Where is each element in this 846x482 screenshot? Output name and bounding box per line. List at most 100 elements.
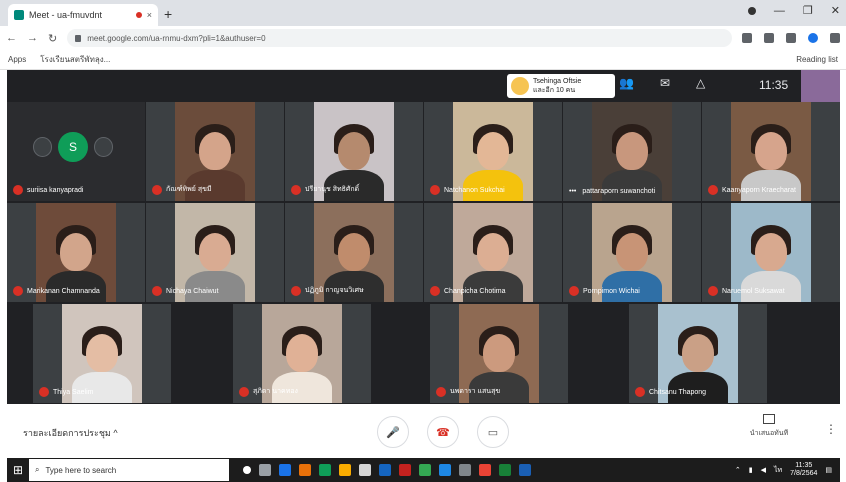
participant-tile[interactable]: สุภิดา นาคทอง	[233, 304, 371, 403]
participant-tile[interactable]: Ssuriisa kanyapradi	[7, 102, 145, 201]
tray-chevron-icon[interactable]: ⌃	[735, 466, 741, 474]
participants-icon[interactable]: 👥	[619, 76, 634, 90]
participant-name-label: กัณฑ์ทิพย์ สุขมี	[152, 184, 212, 195]
back-icon[interactable]: ←	[6, 32, 17, 44]
participant-tile[interactable]: Chitsanu Thapong	[629, 304, 767, 403]
reading-list[interactable]: Reading list	[796, 55, 838, 64]
mic-off-icon	[239, 386, 249, 397]
self-avatar: S	[58, 132, 88, 162]
participant-tile[interactable]: Kaanyaporn Kraecharat	[702, 102, 840, 201]
camera-toggle-button[interactable]: ▭	[477, 416, 509, 448]
participant-name-label: suriisa kanyapradi	[13, 185, 83, 195]
excel-icon[interactable]	[499, 464, 511, 476]
participant-name-label: Kaanyaporn Kraecharat	[708, 185, 796, 195]
chrome-icon[interactable]	[319, 464, 331, 476]
camera-icon[interactable]	[742, 33, 752, 43]
meeting-details-button[interactable]: รายละเอียดการประชุม ^	[23, 426, 118, 440]
participant-tile[interactable]: ปฏิภูมิ กาญจนวิเศษ	[285, 203, 423, 302]
app-red2-icon[interactable]	[479, 464, 491, 476]
url-text: meet.google.com/ua-rnmu-dxm?pli=1&authus…	[87, 33, 266, 43]
word-icon[interactable]	[519, 464, 531, 476]
participant-tile[interactable]: ••• pattaraporn suwanchoti	[563, 102, 701, 201]
line-icon[interactable]	[419, 464, 431, 476]
task-view-icon[interactable]	[259, 464, 271, 476]
participant-tile[interactable]: Nichaya Chaiwut	[146, 203, 284, 302]
windows-start-icon[interactable]: ⊞	[7, 458, 29, 482]
notification-icon[interactable]: ▤	[825, 466, 832, 474]
more-options-icon[interactable]: ⋮	[825, 422, 837, 436]
bookmarks-bar: Apps โรงเรียนสตรีพัทลุง... Reading list	[0, 50, 846, 70]
mic-toggle-button[interactable]: 🎤	[377, 416, 409, 448]
participant-tile[interactable]: กัณฑ์ทิพย์ สุขมี	[146, 102, 284, 201]
participant-name: Kaanyaporn Kraecharat	[722, 186, 796, 194]
edge-icon[interactable]	[379, 464, 391, 476]
participant-tile[interactable]: นพดารา แสนสุข	[430, 304, 568, 403]
close-window-icon[interactable]: ✕	[831, 4, 840, 17]
minimize-icon[interactable]: —	[774, 5, 785, 17]
app-blue-icon[interactable]	[439, 464, 451, 476]
new-tab-button[interactable]: +	[164, 6, 172, 22]
participant-name: Natchanon Sukchai	[444, 186, 505, 194]
taskbar-apps	[243, 464, 531, 476]
meet-top-bar: Tsehinga Oftsie และอีก 10 คน 👥 ✉ △ 11:35	[7, 70, 840, 102]
firefox-icon[interactable]	[299, 464, 311, 476]
bookmark-apps[interactable]: Apps	[8, 55, 26, 64]
maximize-icon[interactable]: ❐	[803, 4, 813, 17]
leave-call-button[interactable]: ☎	[427, 416, 459, 448]
self-more-icon[interactable]	[93, 137, 113, 157]
recording-dot-icon	[135, 12, 142, 18]
account-dot-icon[interactable]	[747, 6, 756, 15]
mic-off-icon	[291, 285, 301, 296]
extension-icon[interactable]	[786, 33, 796, 43]
network-icon[interactable]: ▮	[749, 466, 753, 474]
participant-name-label: นพดารา แสนสุข	[436, 386, 500, 397]
participant-name-label: ปฏิภูมิ กาญจนวิเศษ	[291, 285, 364, 296]
file-explorer-icon[interactable]	[339, 464, 351, 476]
bookmark-school[interactable]: โรงเรียนสตรีพัทลุง...	[40, 53, 110, 66]
participant-more-icon[interactable]: •••	[569, 188, 576, 195]
tab-close-icon[interactable]: ×	[147, 10, 152, 20]
presenter-chip[interactable]: Tsehinga Oftsie และอีก 10 คน	[507, 74, 615, 98]
menu-kebab-icon[interactable]	[830, 33, 840, 43]
app-red-icon[interactable]	[399, 464, 411, 476]
volume-icon[interactable]: ◀	[761, 466, 766, 474]
participant-face	[60, 233, 92, 271]
self-tile-controls: S	[33, 132, 113, 162]
present-now-button[interactable]: นำเสนอทันที	[743, 414, 795, 439]
app-gray-icon[interactable]	[459, 464, 471, 476]
participant-name: Nichaya Chaiwut	[166, 287, 219, 295]
cortana-icon[interactable]	[243, 466, 251, 474]
participant-tile[interactable]: Pornpimon Wichai	[563, 203, 701, 302]
chat-icon[interactable]: ✉	[660, 76, 670, 90]
participant-name-label: Chanpicha Chotima	[430, 286, 505, 296]
participant-name: Chanpicha Chotima	[444, 287, 506, 295]
self-mic-icon[interactable]	[33, 137, 53, 157]
mic-off-icon	[291, 184, 301, 195]
profile-avatar-icon[interactable]	[808, 33, 818, 43]
participant-tile[interactable]: ปรียานุช สิทธิศักดิ์	[285, 102, 423, 201]
browser-tab-meet[interactable]: Meet - ua-fmuvdnt ×	[8, 4, 158, 26]
star-icon[interactable]	[764, 33, 774, 43]
participant-tile[interactable]: Marikanan Chamnanda	[7, 203, 145, 302]
url-field[interactable]: meet.google.com/ua-rnmu-dxm?pli=1&authus…	[67, 29, 732, 47]
participant-tile[interactable]: Thiya Saelim	[33, 304, 171, 403]
forward-icon[interactable]: →	[27, 32, 38, 44]
participant-name: Thiya Saelim	[53, 388, 94, 396]
participant-name-label: Thiya Saelim	[39, 387, 93, 397]
participant-tile[interactable]: Natchanon Sukchai	[424, 102, 562, 201]
language-icon[interactable]: ไท	[774, 465, 782, 476]
mail-icon[interactable]	[279, 464, 291, 476]
participant-name: Naruemol Suksawat	[722, 287, 785, 295]
store-icon[interactable]	[359, 464, 371, 476]
taskbar-clock[interactable]: 11:35 7/8/2564	[790, 462, 817, 478]
self-preview-thumbnail[interactable]	[801, 70, 840, 102]
participant-name: ปรียานุช สิทธิศักดิ์	[305, 186, 360, 193]
taskbar-search[interactable]: ⌕ Type here to search	[29, 459, 229, 481]
participant-tile[interactable]: Chanpicha Chotima	[424, 203, 562, 302]
mic-off-icon	[708, 185, 718, 195]
participant-tile[interactable]: Naruemol Suksawat	[702, 203, 840, 302]
present-icon	[763, 414, 775, 424]
reload-icon[interactable]: ↻	[48, 32, 57, 45]
participant-shoulders	[602, 170, 662, 201]
activities-icon[interactable]: △	[696, 76, 705, 90]
